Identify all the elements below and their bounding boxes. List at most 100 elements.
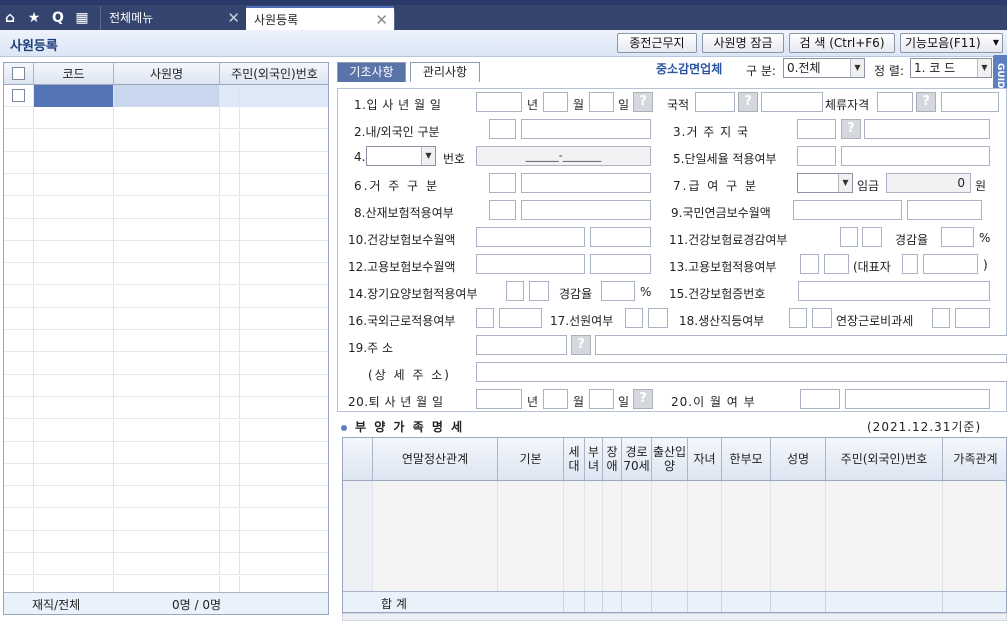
- hire-year-input[interactable]: [476, 92, 522, 112]
- production-code-input[interactable]: [789, 308, 807, 328]
- help-icon[interactable]: ?: [841, 119, 861, 139]
- table-cell[interactable]: [4, 419, 34, 442]
- table-cell[interactable]: [114, 531, 220, 553]
- table-cell[interactable]: [34, 308, 114, 330]
- dependents-header-cell[interactable]: 한부모: [722, 438, 771, 481]
- address-input[interactable]: [595, 335, 1007, 355]
- table-cell[interactable]: [826, 503, 943, 525]
- table-cell[interactable]: [240, 464, 328, 486]
- table-cell[interactable]: [220, 397, 240, 420]
- help-icon[interactable]: ?: [633, 389, 653, 409]
- country-code-input[interactable]: [797, 119, 836, 139]
- table-row[interactable]: [4, 486, 328, 509]
- table-row[interactable]: [4, 308, 328, 330]
- table-cell[interactable]: [114, 129, 220, 152]
- table-cell[interactable]: [688, 547, 722, 569]
- table-row[interactable]: [4, 218, 328, 241]
- table-cell[interactable]: [585, 525, 603, 547]
- help-icon[interactable]: ?: [571, 335, 591, 355]
- table-cell[interactable]: [826, 547, 943, 569]
- table-cell[interactable]: [4, 129, 34, 152]
- table-cell[interactable]: [240, 174, 328, 196]
- table-cell[interactable]: [34, 85, 114, 107]
- table-cell[interactable]: [34, 531, 114, 553]
- table-row[interactable]: [4, 441, 328, 464]
- table-cell[interactable]: [240, 420, 328, 442]
- table-cell[interactable]: [943, 481, 1006, 503]
- table-cell[interactable]: [114, 352, 220, 375]
- table-cell[interactable]: [34, 374, 114, 397]
- lock-name-button[interactable]: 사원명 잠금: [702, 33, 784, 53]
- overseas-name-input[interactable]: [499, 308, 542, 328]
- table-cell[interactable]: [4, 263, 34, 286]
- table-cell[interactable]: [622, 547, 652, 569]
- table-cell[interactable]: [220, 352, 240, 375]
- industrial-name-input[interactable]: [521, 200, 651, 220]
- table-cell[interactable]: [114, 174, 220, 197]
- flat-tax-name-input[interactable]: [841, 146, 990, 166]
- table-cell[interactable]: [4, 285, 34, 308]
- table-cell[interactable]: [240, 531, 328, 553]
- residence-code-input[interactable]: [877, 92, 913, 112]
- table-cell[interactable]: [34, 397, 114, 420]
- table-cell[interactable]: [688, 503, 722, 525]
- table-cell[interactable]: [943, 525, 1006, 547]
- table-cell[interactable]: [498, 569, 564, 591]
- table-cell[interactable]: [688, 525, 722, 547]
- table-cell[interactable]: [34, 263, 114, 286]
- table-cell[interactable]: [585, 503, 603, 525]
- table-cell[interactable]: [240, 486, 328, 508]
- table-cell[interactable]: [771, 569, 826, 591]
- table-cell[interactable]: [564, 503, 585, 525]
- table-row[interactable]: [4, 531, 328, 553]
- table-cell[interactable]: [585, 481, 603, 503]
- table-row[interactable]: [4, 553, 328, 576]
- table-cell[interactable]: [373, 569, 498, 591]
- table-cell[interactable]: [220, 151, 240, 174]
- table-cell[interactable]: [240, 286, 328, 308]
- table-cell[interactable]: [722, 547, 771, 569]
- health-pay-extra-input[interactable]: [590, 227, 651, 247]
- table-cell[interactable]: [240, 152, 328, 174]
- help-icon[interactable]: ?: [916, 92, 936, 112]
- table-cell[interactable]: [564, 569, 585, 591]
- table-cell[interactable]: [603, 525, 622, 547]
- table-cell[interactable]: [4, 486, 34, 509]
- flat-tax-code-input[interactable]: [797, 146, 836, 166]
- table-cell[interactable]: [114, 441, 220, 464]
- table-cell[interactable]: [34, 151, 114, 174]
- table-cell[interactable]: [34, 441, 114, 464]
- table-cell[interactable]: [4, 464, 34, 487]
- leave-year-input[interactable]: [476, 389, 522, 409]
- tab-management-info[interactable]: 관리사항: [410, 62, 480, 82]
- select-all-checkbox[interactable]: [12, 67, 25, 80]
- table-cell[interactable]: [240, 509, 328, 531]
- table-cell[interactable]: [373, 503, 498, 525]
- table-cell[interactable]: [4, 151, 34, 174]
- resident-number-input[interactable]: ______-_______: [476, 146, 651, 166]
- table-cell[interactable]: [4, 374, 34, 397]
- calendar-icon[interactable]: ▦: [72, 8, 92, 28]
- search-button[interactable]: 검 색 (Ctrl+F6): [789, 33, 895, 53]
- table-row[interactable]: [4, 285, 328, 308]
- table-cell[interactable]: [220, 374, 240, 397]
- table-cell[interactable]: [498, 525, 564, 547]
- table-row[interactable]: [343, 547, 1006, 569]
- dependents-header-cell[interactable]: 자녀: [688, 438, 722, 481]
- dependents-header-cell[interactable]: 부녀: [585, 438, 603, 481]
- table-cell[interactable]: [34, 218, 114, 241]
- table-cell[interactable]: [771, 503, 826, 525]
- table-cell[interactable]: [826, 481, 943, 503]
- star-icon[interactable]: ★: [24, 8, 44, 28]
- help-icon[interactable]: ?: [738, 92, 758, 112]
- table-cell[interactable]: [220, 486, 240, 509]
- table-cell[interactable]: [114, 196, 220, 219]
- table-cell[interactable]: [240, 219, 328, 241]
- table-cell[interactable]: [943, 547, 1006, 569]
- table-cell[interactable]: [373, 547, 498, 569]
- table-row[interactable]: [4, 352, 328, 375]
- overtime-flag-input[interactable]: [955, 308, 990, 328]
- resident-type-name-input[interactable]: [521, 173, 651, 193]
- table-cell[interactable]: [688, 481, 722, 503]
- health-card-input[interactable]: [798, 281, 990, 301]
